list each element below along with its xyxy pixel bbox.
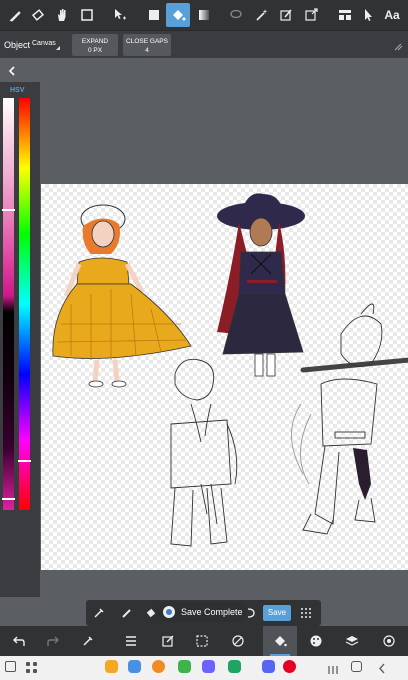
toast-message: Save Complete <box>181 607 243 617</box>
app-icon-4[interactable] <box>178 660 191 673</box>
layout-icon[interactable] <box>333 3 357 27</box>
app-icon-2[interactable] <box>128 660 141 673</box>
character-witch <box>217 193 305 377</box>
discord-icon[interactable] <box>262 660 275 673</box>
dropdown-corner-icon <box>56 46 60 50</box>
app-icon-1[interactable] <box>105 660 118 673</box>
more-options-icon[interactable] <box>392 39 404 51</box>
selection-icon[interactable] <box>191 630 213 652</box>
settings-icon[interactable] <box>378 630 400 652</box>
pinterest-icon[interactable] <box>283 660 296 673</box>
screenshot-icon[interactable] <box>5 661 16 672</box>
eraser-icon[interactable] <box>144 606 158 620</box>
character-sketch-girl <box>291 303 408 535</box>
app-logo-icon <box>163 606 175 618</box>
top-toolbar: Aa <box>0 0 408 30</box>
app-icon-5[interactable] <box>202 660 215 673</box>
main-bottom-bar <box>0 626 408 656</box>
sv-marker-2 <box>2 498 15 500</box>
eyedropper-icon[interactable] <box>92 606 106 620</box>
eraser-tool-icon[interactable] <box>26 3 50 27</box>
hue-bar[interactable] <box>19 98 30 510</box>
tool-option-bar: Object Canvas EXPAND 0 PX CLOSE GAPS 4 <box>0 30 408 58</box>
sv-marker <box>2 209 15 211</box>
hand-tool-icon[interactable] <box>50 3 74 27</box>
back-icon[interactable] <box>377 661 387 674</box>
hsv-tab[interactable]: HSV <box>10 87 24 94</box>
menu-icon[interactable] <box>120 630 142 652</box>
color-picker-icon[interactable] <box>77 630 99 652</box>
magic-wand-icon[interactable] <box>250 3 274 27</box>
edit-selection-icon[interactable] <box>274 3 298 27</box>
character-sketch-boy <box>170 358 238 547</box>
color-panel: HSV <box>0 82 40 597</box>
fill-tool-active-icon[interactable] <box>263 626 297 656</box>
app-icon-3[interactable] <box>152 660 165 673</box>
recents-icon[interactable] <box>327 662 339 674</box>
text-tool-button[interactable]: Aa <box>380 3 404 27</box>
saturation-value-bar[interactable] <box>3 98 14 510</box>
expand-button[interactable]: EXPAND 0 PX <box>72 34 118 56</box>
character-yellow-dress <box>52 204 192 388</box>
redo-icon[interactable] <box>42 630 64 652</box>
pointer-icon[interactable] <box>356 3 380 27</box>
rotate-icon[interactable] <box>246 606 256 620</box>
edit-icon[interactable] <box>157 630 179 652</box>
object-label: Object <box>4 40 31 50</box>
pen-tool-icon[interactable] <box>4 3 28 27</box>
drawing-canvas[interactable] <box>41 184 408 570</box>
grid-icon[interactable] <box>299 606 313 620</box>
bucket-tool-icon[interactable] <box>166 3 190 27</box>
brush-icon[interactable] <box>120 606 134 620</box>
layers-icon[interactable] <box>341 630 363 652</box>
character-artwork <box>52 193 408 547</box>
select-export-icon[interactable] <box>299 3 323 27</box>
close-gaps-value: 4 <box>145 47 149 54</box>
apps-grid-icon[interactable] <box>26 661 38 673</box>
frame-tool-icon[interactable] <box>75 3 99 27</box>
save-toast: Save Complete <box>157 602 247 622</box>
lasso-tool-icon[interactable] <box>224 3 248 27</box>
save-button[interactable]: Save <box>263 605 291 621</box>
home-icon[interactable] <box>351 661 362 672</box>
expand-value: 0 PX <box>87 47 103 54</box>
close-gaps-button[interactable]: CLOSE GAPS 4 <box>123 34 171 56</box>
app-icon-6[interactable] <box>228 660 241 673</box>
object-select[interactable]: Canvas <box>32 40 56 47</box>
gradient-tool-icon[interactable] <box>192 3 216 27</box>
collapse-panel-icon[interactable] <box>6 64 18 76</box>
palette-icon[interactable] <box>305 630 327 652</box>
expand-title: EXPAND <box>81 38 109 45</box>
transform-icon[interactable] <box>227 630 249 652</box>
fill-shape-icon[interactable] <box>142 3 166 27</box>
close-gaps-title: CLOSE GAPS <box>126 38 168 45</box>
hue-marker <box>18 460 31 462</box>
move-tool-icon[interactable] <box>108 3 132 27</box>
undo-icon[interactable] <box>8 630 30 652</box>
